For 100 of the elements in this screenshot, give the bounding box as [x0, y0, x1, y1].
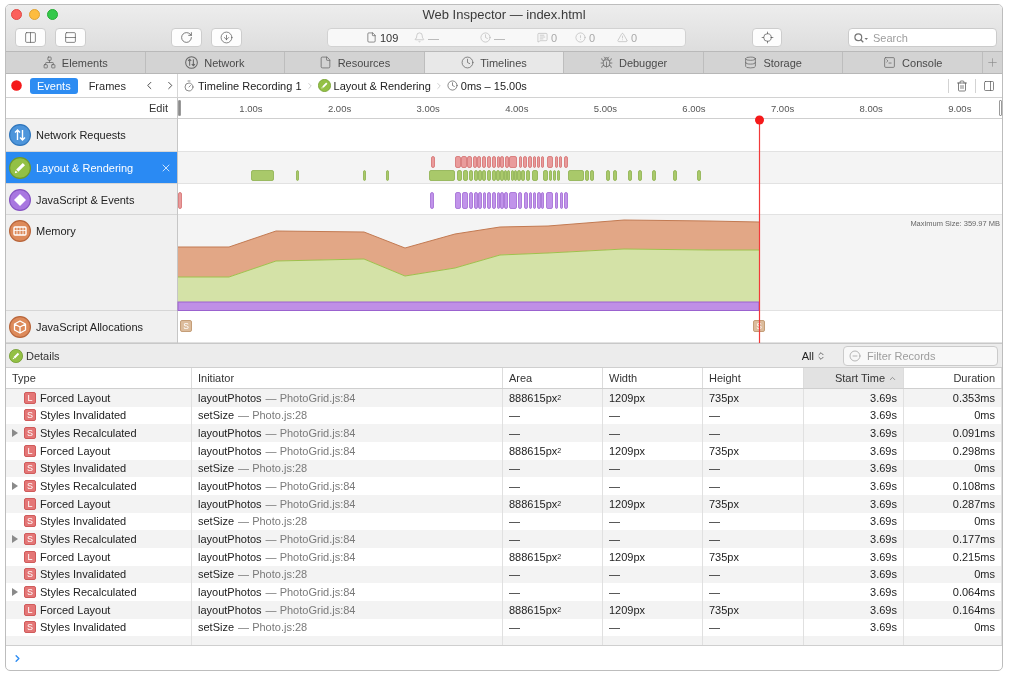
split-columns-icon: [24, 31, 37, 44]
tick-label: 8.00s: [858, 103, 883, 114]
source-link[interactable]: — Photo.js:28: [238, 462, 308, 475]
scope-select[interactable]: All: [801, 349, 826, 362]
table-cell: 888615px$^{2}$: [503, 494, 603, 513]
record-badge: L: [24, 550, 36, 563]
source-link[interactable]: — PhotoGrid.js:84: [265, 533, 356, 546]
table-row[interactable]: L Forced Layout layoutPhotos — PhotoGrid.js:84 888615px$^{2}$ 1209px 735px 3.69s 0.353ms: [6, 389, 1002, 407]
tick-label: 2.00s: [326, 103, 352, 114]
breadcrumb[interactable]: 0ms – 15.00s: [446, 79, 527, 92]
disclosure-triangle-icon[interactable]: [12, 535, 18, 544]
split-rows-icon: [64, 31, 77, 44]
track-item[interactable]: Memory: [6, 215, 177, 311]
source-link[interactable]: — Photo.js:28: [238, 568, 308, 581]
source-link[interactable]: — Photo.js:28: [238, 515, 308, 528]
tick-label: 3.00s: [415, 103, 440, 114]
column-header[interactable]: Type: [6, 368, 192, 388]
window-zoom-icon[interactable]: [47, 9, 58, 20]
edit-button[interactable]: Edit: [149, 102, 168, 114]
table-row[interactable]: S Styles Recalculated layoutPhotos — PhotoGrid.js:84 — — — 3.69s 0.091ms: [6, 424, 1002, 442]
column-header[interactable]: Area: [503, 368, 603, 388]
pencil-icon: [9, 157, 31, 179]
tick-label: 1.00s: [238, 103, 263, 114]
dock-bottom-button[interactable]: [55, 28, 86, 47]
table-cell: 1209px: [603, 547, 703, 566]
source-link[interactable]: — Photo.js:28: [238, 621, 308, 634]
cube-icon: [9, 316, 31, 338]
window-close-icon[interactable]: [11, 9, 22, 20]
trash-icon[interactable]: [956, 79, 968, 92]
download-button[interactable]: [211, 28, 242, 47]
record-type: Styles Invalidated: [40, 568, 127, 581]
record-type: Styles Recalculated: [40, 533, 137, 546]
search-field[interactable]: Search: [848, 28, 997, 47]
memory-icon: [9, 220, 31, 242]
dock-side-button[interactable]: [15, 28, 46, 47]
table-cell: 0.064ms: [904, 583, 1002, 601]
breadcrumb[interactable]: Layout & Rendering: [317, 79, 431, 92]
tick-label: 6.00s: [681, 103, 706, 114]
close-icon[interactable]: [160, 162, 172, 174]
source-link[interactable]: — Photo.js:28: [238, 409, 308, 422]
track-item[interactable]: JavaScript & Events: [6, 184, 177, 215]
table-cell: 735px: [703, 547, 804, 566]
table-cell: 888615px$^{2}$: [503, 600, 603, 619]
plus-icon[interactable]: [986, 56, 1000, 69]
reload-button[interactable]: [171, 28, 202, 47]
filter-field[interactable]: Filter Records: [843, 345, 998, 366]
breadcrumb[interactable]: Timeline Recording 1: [183, 79, 302, 92]
tab[interactable]: Timelines: [424, 52, 565, 73]
source-link[interactable]: — PhotoGrid.js:84: [265, 391, 356, 404]
mode-button[interactable]: Frames: [81, 77, 133, 94]
range-handle[interactable]: [999, 100, 1002, 116]
clock-icon: [446, 80, 458, 91]
function-name: layoutPhotos: [198, 444, 262, 457]
source-link[interactable]: — PhotoGrid.js:84: [265, 427, 356, 440]
status-count: —: [494, 31, 505, 44]
table-cell: 735px: [703, 600, 804, 619]
inspect-button[interactable]: [752, 28, 782, 47]
table-cell: 1209px: [603, 441, 703, 460]
tick-label: 4.00s: [504, 103, 529, 114]
table-cell: —: [603, 424, 703, 442]
table-cell: 735px: [703, 389, 804, 407]
record-type: Styles Recalculated: [40, 586, 137, 599]
function-name: layoutPhotos: [198, 497, 262, 510]
table-cell: 0.091ms: [904, 424, 1002, 442]
source-link[interactable]: — PhotoGrid.js:84: [265, 480, 356, 493]
bell-icon: [414, 32, 425, 43]
column-header[interactable]: Duration: [904, 368, 1002, 388]
disclosure-triangle-icon[interactable]: [12, 588, 18, 597]
table-cell: 1209px: [603, 389, 703, 407]
sidebar-icon[interactable]: [983, 79, 995, 92]
record-badge: S: [24, 533, 36, 546]
source-link[interactable]: — PhotoGrid.js:84: [265, 550, 356, 563]
prompt-chevron-icon[interactable]: [12, 652, 23, 664]
clock-icon: [461, 56, 475, 69]
disclosure-triangle-icon[interactable]: [12, 482, 18, 491]
table-cell: —: [603, 583, 703, 601]
column-header[interactable]: Initiator: [192, 368, 503, 388]
record-badge: L: [24, 497, 36, 510]
table-cell: 3.69s: [804, 389, 904, 407]
record-type: Forced Layout: [40, 444, 111, 457]
record-icon[interactable]: [11, 80, 22, 91]
record-type: Forced Layout: [40, 497, 111, 510]
record-badge: S: [24, 568, 36, 581]
table-cell: 3.69s: [804, 477, 904, 495]
table-cell: —: [703, 530, 804, 548]
source-link[interactable]: — PhotoGrid.js:84: [265, 444, 356, 457]
record-type: Styles Recalculated: [40, 427, 137, 440]
source-link[interactable]: — PhotoGrid.js:84: [265, 586, 356, 599]
table-cell: 0.177ms: [904, 530, 1002, 548]
source-link[interactable]: — PhotoGrid.js:84: [265, 603, 356, 616]
window-minimize-icon[interactable]: [29, 9, 40, 20]
function-name: setSize: [198, 409, 235, 422]
column-header[interactable]: Start Time: [804, 368, 904, 388]
column-header[interactable]: Width: [603, 368, 703, 388]
disclosure-triangle-icon[interactable]: [12, 429, 18, 438]
playhead[interactable]: [754, 115, 765, 343]
record-badge: S: [24, 621, 36, 634]
range-handle[interactable]: [178, 100, 181, 116]
table-row[interactable]: S Styles Recalculated layoutPhotos — PhotoGrid.js:84 — — — 3.69s 0.177ms: [6, 530, 1002, 548]
source-link[interactable]: — PhotoGrid.js:84: [265, 497, 356, 510]
